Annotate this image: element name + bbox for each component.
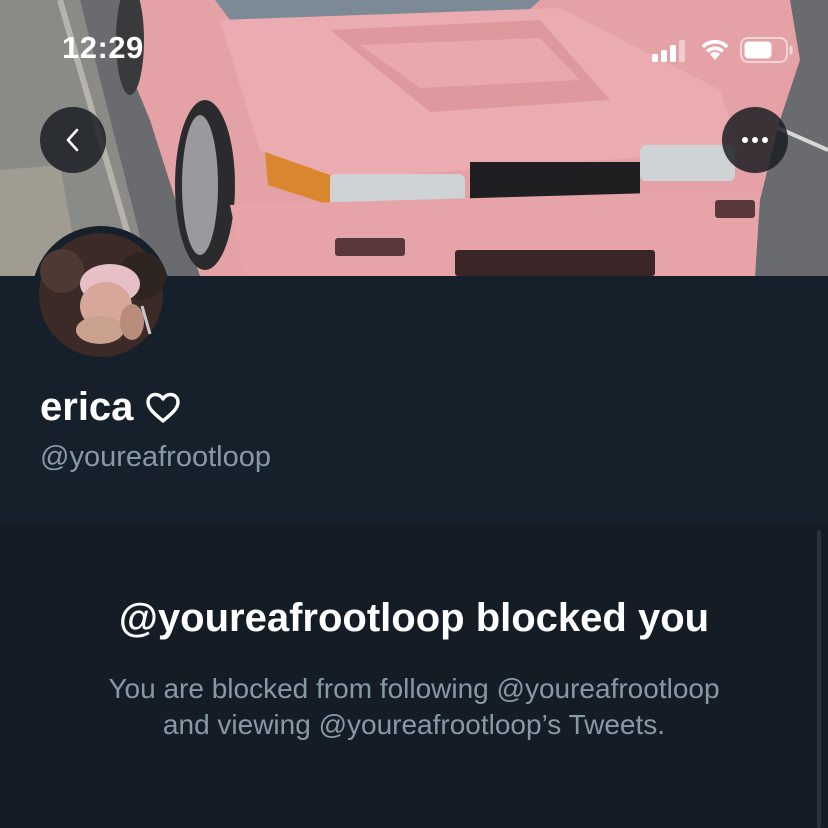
- display-name-row: erica: [40, 385, 181, 430]
- scrollbar[interactable]: [817, 530, 821, 828]
- display-name: erica: [40, 385, 134, 429]
- wifi-icon: [701, 39, 729, 60]
- avatar[interactable]: [32, 226, 170, 364]
- cellular-signal-icon: [652, 40, 685, 62]
- battery-icon: [740, 37, 793, 63]
- chevron-left-icon: [66, 128, 79, 152]
- blocked-description-line-2: and viewing @youreafrootloop’s Tweets.: [162, 709, 666, 740]
- status-time: 12:29: [62, 30, 144, 65]
- blocked-title: @youreafrootloop blocked you: [118, 596, 710, 640]
- back-button[interactable]: [40, 107, 106, 173]
- blocked-description-line-1: You are blocked from following @youreafr…: [108, 673, 720, 704]
- heart-outline-icon: [146, 392, 181, 423]
- ellipsis-icon: [742, 137, 768, 143]
- profile-handle: @youreafrootloop: [40, 441, 271, 473]
- status-bar: 12:29: [0, 0, 828, 100]
- blocked-description: You are blocked from following @youreafr…: [40, 671, 788, 743]
- more-options-button[interactable]: [722, 107, 788, 173]
- avatar-photo: [32, 226, 170, 364]
